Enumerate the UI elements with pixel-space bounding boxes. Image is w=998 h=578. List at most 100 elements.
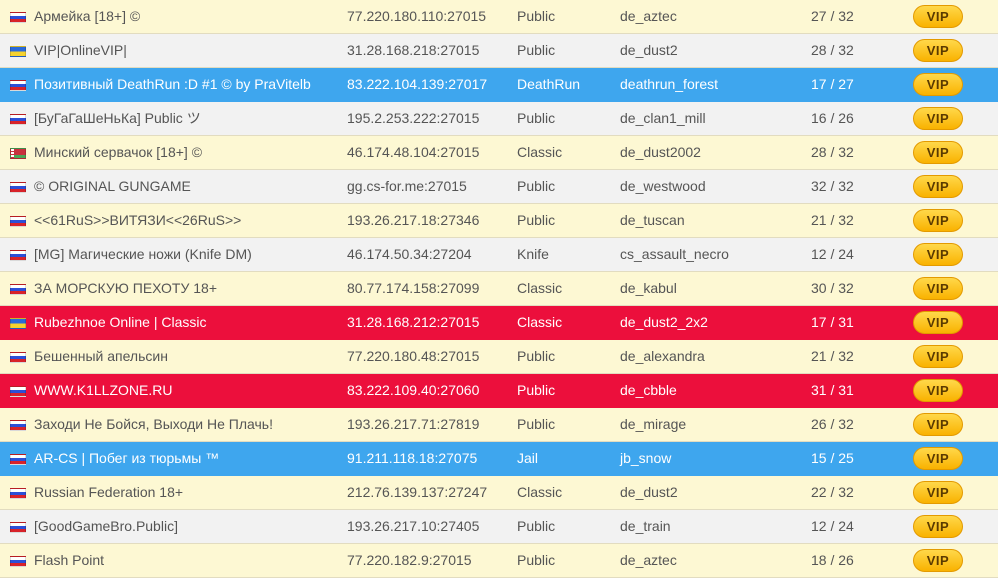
server-name[interactable]: [GoodGameBro.Public] (34, 510, 334, 543)
flag-icon (10, 420, 26, 431)
flag-icon (10, 12, 26, 23)
vip-button[interactable]: VIP (913, 107, 963, 130)
server-name[interactable]: Армейка [18+] © (34, 0, 334, 33)
server-name[interactable]: Rubezhnoe Online | Classic (34, 306, 334, 339)
server-map: de_dust2 (620, 42, 678, 58)
vip-button[interactable]: VIP (913, 73, 963, 96)
vip-button[interactable]: VIP (913, 515, 963, 538)
vip-button[interactable]: VIP (913, 413, 963, 436)
server-row[interactable]: Бешенный апельсин 77.220.180.48:27015 Publ… (0, 340, 998, 374)
server-address: 193.26.217.71:27819 (347, 416, 480, 432)
server-map: de_dust2002 (620, 144, 701, 160)
flag-icon (10, 318, 26, 329)
server-map: de_cbble (620, 382, 677, 398)
server-name[interactable]: <<61RuS>>ВИТЯЗИ<<26RuS>> (34, 204, 334, 237)
server-row[interactable]: WWW.K1LLZONE.RU 83.222.109.40:27060 Public… (0, 374, 998, 408)
server-row[interactable]: Армейка [18+] © 77.220.180.110:27015 Publi… (0, 0, 998, 34)
vip-button[interactable]: VIP (913, 447, 963, 470)
server-row[interactable]: VIP|OnlineVIP| 31.28.168.218:27015 Public d… (0, 34, 998, 68)
server-map: deathrun_forest (620, 76, 719, 92)
server-name[interactable]: VIP|OnlineVIP| (34, 34, 334, 67)
server-mode: Public (517, 178, 556, 194)
server-mode: Public (517, 416, 556, 432)
server-row[interactable]: Позитивный DeathRun :D #1 © by PraVitelb… (0, 68, 998, 102)
server-map: de_kabul (620, 280, 677, 296)
server-row[interactable]: Russian Federation 18+ 212.76.139.137:272… (0, 476, 998, 510)
server-row[interactable]: [БуГаГаШеНьКа] Public ツ 195.2.253.222:270… (0, 102, 998, 136)
server-name[interactable]: AR-CS | Побег из тюрьмы ™ (34, 442, 334, 475)
server-map: de_aztec (620, 552, 677, 568)
server-name[interactable]: [БуГаГаШеНьКа] Public ツ (34, 102, 334, 135)
server-map: de_train (620, 518, 671, 534)
vip-button[interactable]: VIP (913, 39, 963, 62)
server-name[interactable]: Минский сервачок [18+] © (34, 136, 334, 169)
vip-button[interactable]: VIP (913, 345, 963, 368)
server-map: de_mirage (620, 416, 687, 432)
vip-button[interactable]: VIP (913, 481, 963, 504)
server-row[interactable]: Минский сервачок [18+] © 46.174.48.104:27… (0, 136, 998, 170)
server-row[interactable]: Заходи Не Бойся, Выходи Не Плачь! 193.26.… (0, 408, 998, 442)
server-row[interactable]: Rubezhnoe Online | Classic 31.28.168.212:… (0, 306, 998, 340)
vip-button[interactable]: VIP (913, 209, 963, 232)
server-address: 77.220.182.9:27015 (347, 552, 472, 568)
vip-button[interactable]: VIP (913, 243, 963, 266)
flag-icon (10, 488, 26, 499)
server-name[interactable]: © ORIGINAL GUNGAME (34, 170, 334, 203)
server-mode: Classic (517, 144, 563, 160)
server-address: 80.77.174.158:27099 (347, 280, 480, 296)
server-players: 27 / 32 (811, 8, 854, 24)
server-mode: Knife (517, 246, 549, 262)
server-players: 17 / 27 (811, 76, 854, 92)
server-name[interactable]: Flash Point (34, 544, 334, 577)
vip-button[interactable]: VIP (913, 379, 963, 402)
server-row[interactable]: [MG] Магические ножи (Knife DM) 46.174.50… (0, 238, 998, 272)
server-mode: Classic (517, 280, 563, 296)
vip-button[interactable]: VIP (913, 141, 963, 164)
server-name[interactable]: ЗА МОРСКУЮ ПЕХОТУ 18+ (34, 272, 334, 305)
server-players: 12 / 24 (811, 246, 854, 262)
server-address: gg.cs-for.me:27015 (347, 178, 467, 194)
flag-icon (10, 216, 26, 227)
vip-button[interactable]: VIP (913, 311, 963, 334)
server-map: de_clan1_mill (620, 110, 706, 126)
server-players: 22 / 32 (811, 484, 854, 500)
server-name[interactable]: Заходи Не Бойся, Выходи Не Плачь! (34, 408, 334, 441)
flag-icon (10, 182, 26, 193)
server-address: 77.220.180.110:27015 (347, 8, 487, 24)
server-row[interactable]: ЗА МОРСКУЮ ПЕХОТУ 18+ 80.77.174.158:27099… (0, 272, 998, 306)
server-mode: Jail (517, 450, 539, 466)
server-players: 28 / 32 (811, 42, 854, 58)
server-row[interactable]: AR-CS | Побег из тюрьмы ™ 91.211.118.18:2… (0, 442, 998, 476)
server-players: 21 / 32 (811, 348, 854, 364)
server-address: 193.26.217.10:27405 (347, 518, 480, 534)
server-players: 32 / 32 (811, 178, 854, 194)
server-mode: Public (517, 8, 556, 24)
vip-button[interactable]: VIP (913, 175, 963, 198)
server-mode: Public (517, 552, 556, 568)
server-row[interactable]: Flash Point 77.220.182.9:27015 Public de_az… (0, 544, 998, 578)
server-name[interactable]: [MG] Магические ножи (Knife DM) (34, 238, 334, 271)
server-name[interactable]: Позитивный DeathRun :D #1 © by PraVitelb (34, 68, 334, 101)
vip-button[interactable]: VIP (913, 549, 963, 572)
server-name[interactable]: Russian Federation 18+ (34, 476, 334, 509)
server-map: de_tuscan (620, 212, 685, 228)
server-address: 31.28.168.212:27015 (347, 314, 480, 330)
flag-icon (10, 114, 26, 125)
flag-icon (10, 454, 26, 465)
flag-icon (10, 284, 26, 295)
vip-button[interactable]: VIP (913, 277, 963, 300)
server-row[interactable]: [GoodGameBro.Public] 193.26.217.10:27405 P… (0, 510, 998, 544)
server-name[interactable]: WWW.K1LLZONE.RU (34, 374, 334, 407)
flag-icon (10, 80, 26, 91)
server-name[interactable]: Бешенный апельсин (34, 340, 334, 373)
server-list: Армейка [18+] © 77.220.180.110:27015 Publi… (0, 0, 998, 578)
server-mode: Classic (517, 484, 563, 500)
server-map: de_alexandra (620, 348, 705, 364)
server-players: 21 / 32 (811, 212, 854, 228)
server-players: 31 / 31 (811, 382, 854, 398)
server-map: jb_snow (620, 450, 672, 466)
server-mode: Public (517, 110, 556, 126)
server-row[interactable]: © ORIGINAL GUNGAME gg.cs-for.me:27015 Publ… (0, 170, 998, 204)
server-row[interactable]: <<61RuS>>ВИТЯЗИ<<26RuS>> 193.26.217.18:27… (0, 204, 998, 238)
vip-button[interactable]: VIP (913, 5, 963, 28)
